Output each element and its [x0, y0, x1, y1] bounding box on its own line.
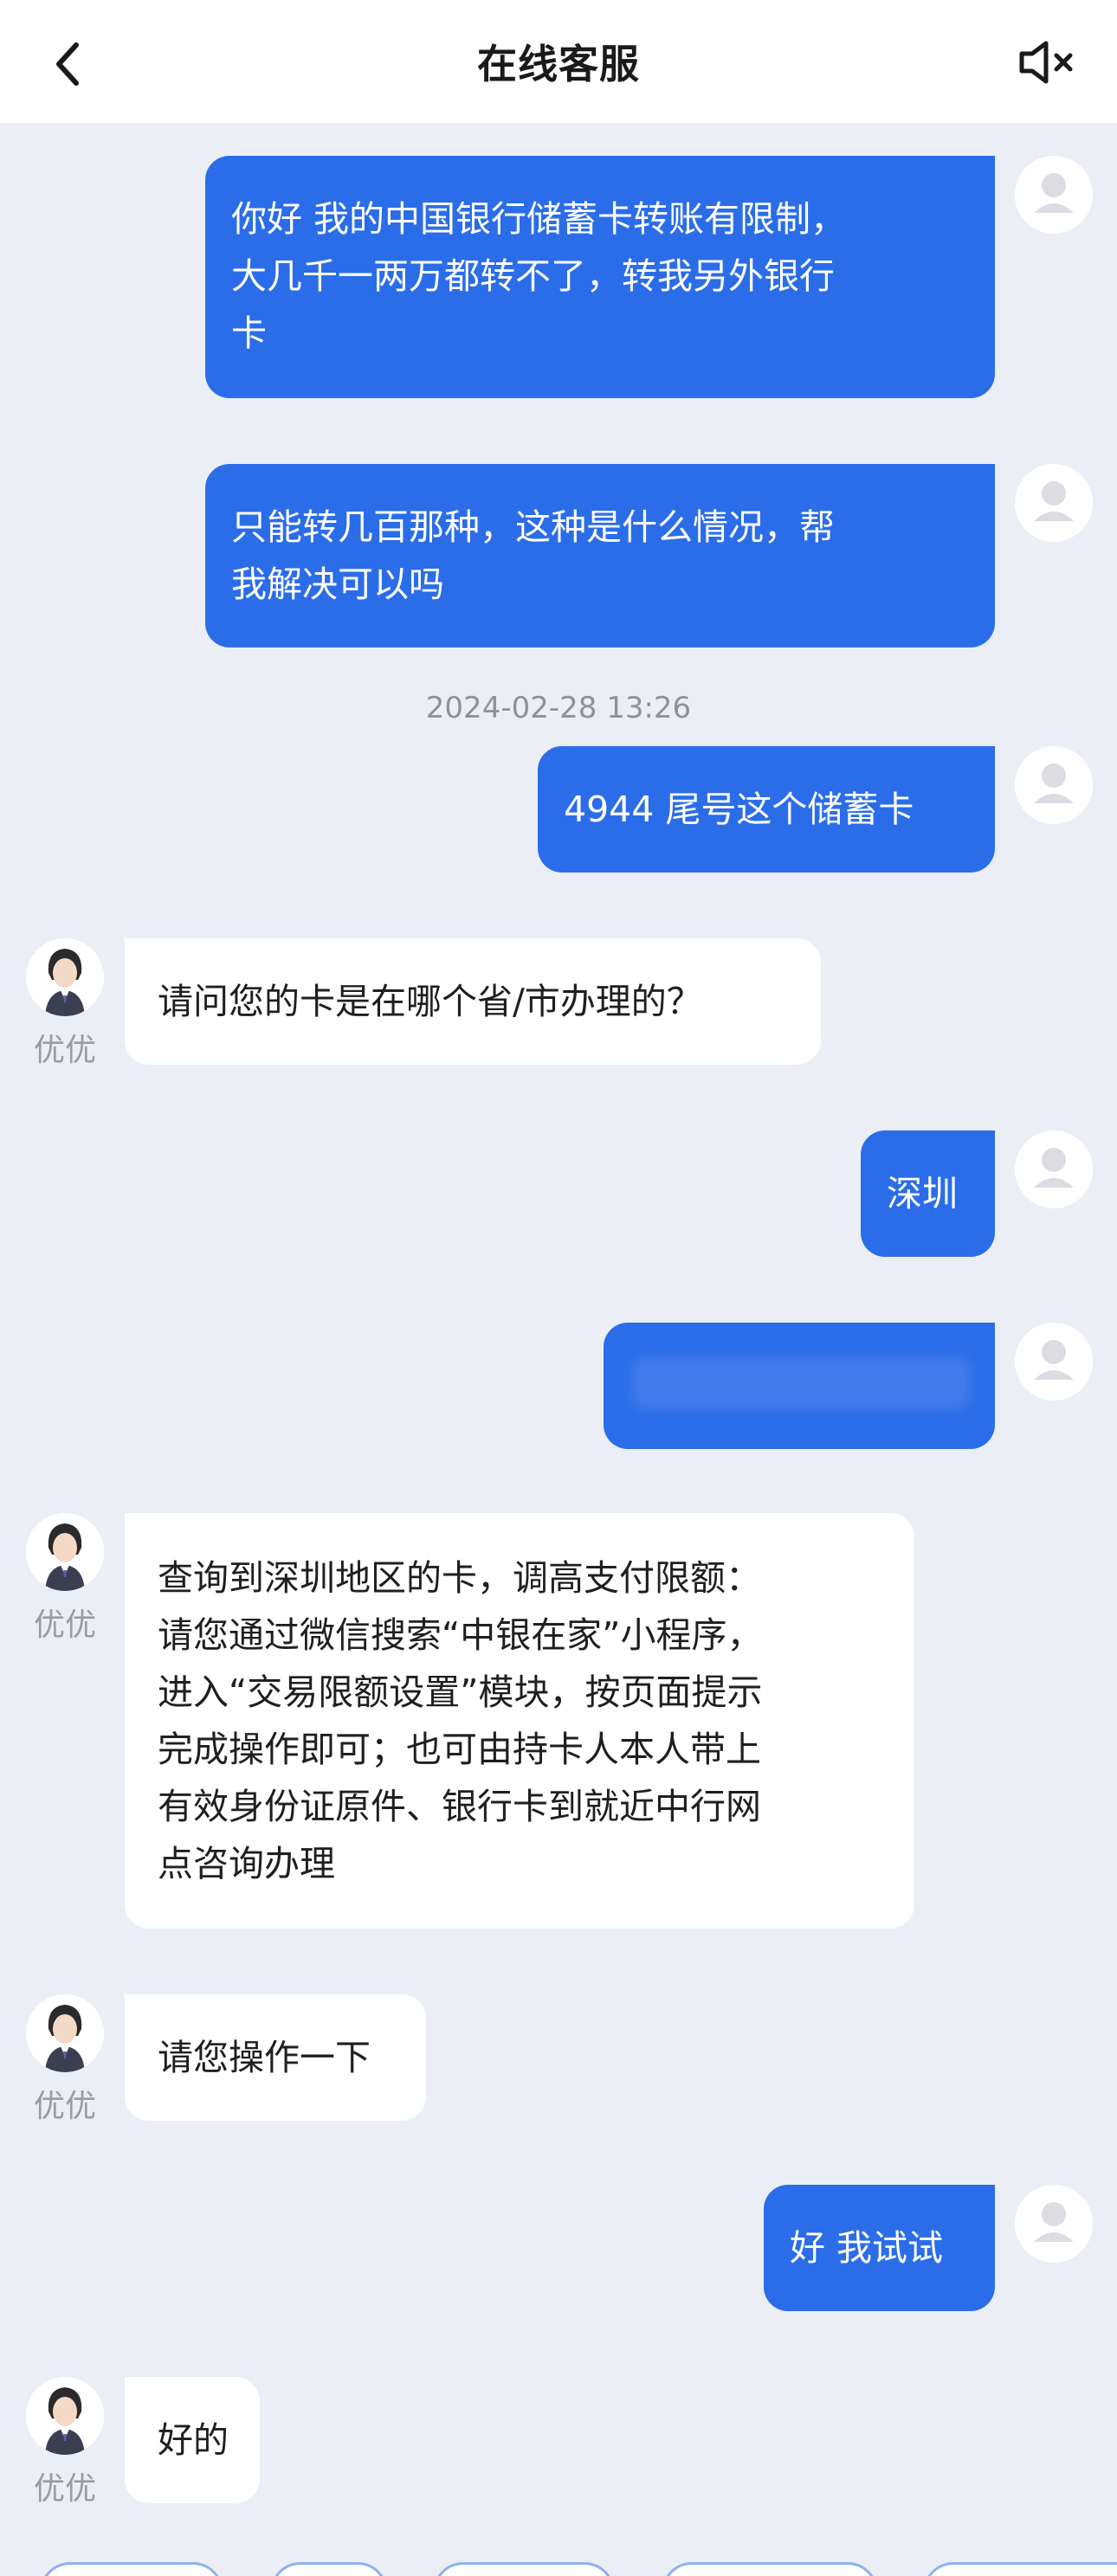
- user-avatar[interactable]: [1015, 1323, 1093, 1401]
- user-message-bubble[interactable]: 4944 尾号这个储蓄卡: [538, 746, 995, 873]
- user-message-bubble[interactable]: 你好 我的中国银行储蓄卡转账有限制， 大几千一两万都转不了，转我另外银行 卡: [205, 156, 995, 398]
- agent-portrait-icon: [45, 2387, 85, 2455]
- quick-reply-chip[interactable]: [923, 2562, 1117, 2576]
- quick-reply-bar: [0, 2562, 1117, 2576]
- user-avatar[interactable]: [1015, 2185, 1093, 2263]
- user-avatar[interactable]: [1015, 464, 1093, 542]
- quick-reply-chip[interactable]: [40, 2562, 223, 2576]
- quick-reply-chip[interactable]: [433, 2562, 615, 2576]
- user-avatar[interactable]: [1015, 1130, 1093, 1208]
- user-avatar[interactable]: [1015, 156, 1093, 234]
- agent-message-bubble[interactable]: 查询到深圳地区的卡，调高支付限额： 请您通过微信搜索“中银在家”小程序， 进入“…: [125, 1513, 914, 1929]
- chat-page: 在线客服 你好 我的中国银行储蓄卡转账有限制， 大几千一两万都转不了，转我另外银…: [0, 0, 1117, 2576]
- default-user-icon: [1034, 2202, 1074, 2242]
- agent-message-bubble[interactable]: 好的: [125, 2377, 260, 2503]
- mute-button[interactable]: [1013, 36, 1082, 88]
- user-message-bubble[interactable]: 好 我试试: [764, 2185, 995, 2311]
- agent-name-label: 优优: [33, 1033, 96, 1068]
- default-user-icon: [1034, 481, 1074, 521]
- top-bar: 在线客服: [0, 0, 1117, 123]
- quick-reply-chip[interactable]: [270, 2562, 388, 2576]
- redacted-content: [632, 1357, 970, 1409]
- agent-avatar[interactable]: [26, 1994, 104, 2072]
- user-message-bubble[interactable]: 只能转几百那种，这种是什么情况，帮 我解决可以吗: [205, 464, 995, 647]
- agent-avatar[interactable]: [26, 2377, 104, 2455]
- page-title: 在线客服: [477, 41, 640, 87]
- user-message-bubble[interactable]: 深圳: [861, 1130, 995, 1257]
- chevron-left-icon: [56, 42, 79, 86]
- agent-avatar[interactable]: [26, 1513, 104, 1591]
- speaker-muted-icon: [1019, 41, 1073, 84]
- agent-avatar[interactable]: [26, 938, 104, 1016]
- agent-portrait-icon: [45, 949, 85, 1016]
- agent-name-label: 优优: [33, 2471, 96, 2507]
- message-timestamp: 2024-02-28 13:26: [425, 691, 692, 725]
- default-user-icon: [1034, 1148, 1074, 1188]
- agent-portrait-icon: [45, 1523, 85, 1591]
- agent-name-label: 优优: [33, 1607, 96, 1643]
- back-button[interactable]: [42, 38, 94, 90]
- user-avatar[interactable]: [1015, 746, 1093, 824]
- default-user-icon: [1034, 763, 1074, 803]
- agent-name-label: 优优: [33, 2089, 96, 2124]
- agent-message-bubble[interactable]: 请您操作一下: [125, 1994, 426, 2121]
- agent-message-bubble[interactable]: 请问您的卡是在哪个省/市办理的？: [125, 938, 821, 1065]
- default-user-icon: [1034, 173, 1074, 213]
- quick-reply-chip[interactable]: [662, 2562, 878, 2576]
- default-user-icon: [1034, 1340, 1074, 1380]
- agent-portrait-icon: [45, 2005, 85, 2072]
